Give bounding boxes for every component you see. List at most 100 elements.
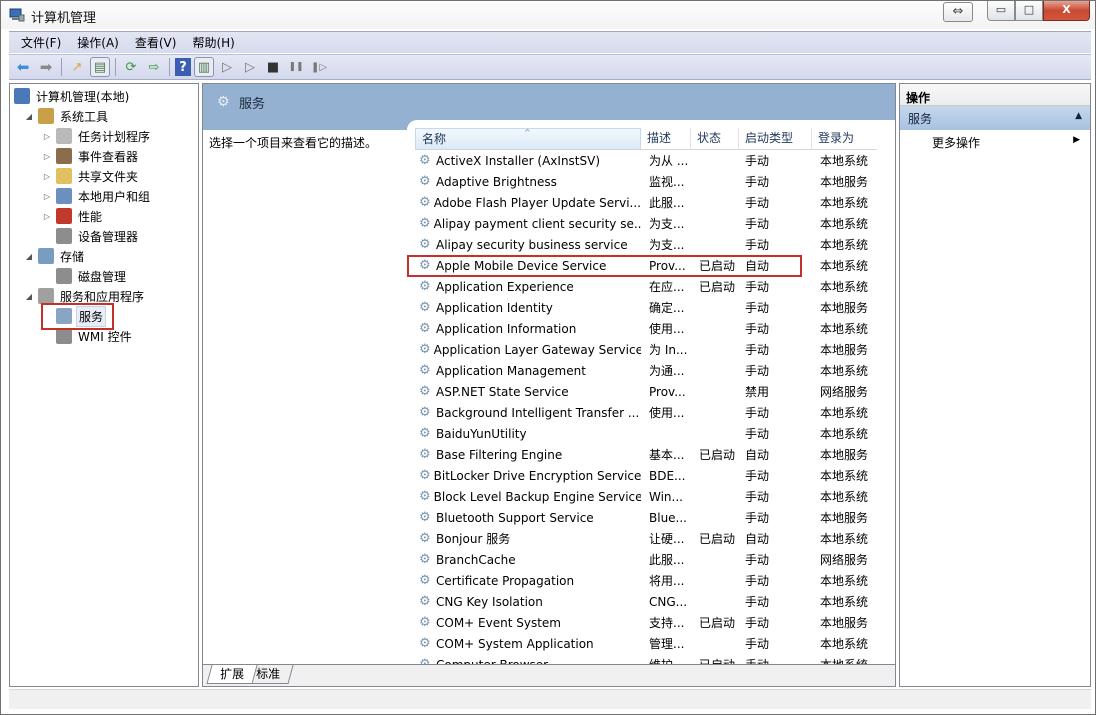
- tree-item[interactable]: ▷ 事件查看器: [42, 146, 140, 166]
- tree-item[interactable]: ▷ 本地用户和组: [42, 186, 152, 206]
- service-name-cell: ⚙ Alipay security business service: [415, 237, 641, 252]
- service-row[interactable]: ⚙ Apple Mobile Device Service Prov... 已启动 自动…: [415, 255, 877, 276]
- service-log-on-as: 本地服务: [820, 175, 869, 189]
- menu-view[interactable]: 查看(V): [127, 34, 185, 51]
- tree-item[interactable]: ▷ 共享文件夹: [42, 166, 140, 186]
- caption-buttons: ▭ □ X: [987, 1, 1090, 21]
- collapsed-arrow-icon[interactable]: ▷: [42, 132, 52, 141]
- collapsed-arrow-icon[interactable]: ▷: [42, 212, 52, 221]
- close-button[interactable]: X: [1043, 1, 1090, 21]
- title-bar[interactable]: 计算机管理 ⇔ ▭ □ X: [1, 1, 1095, 29]
- expanded-arrow-icon[interactable]: ◢: [24, 252, 34, 261]
- service-log-on-as: 网络服务: [820, 385, 869, 399]
- show-hide-action-pane-button[interactable]: ▥: [194, 57, 214, 77]
- service-status: 已启动: [699, 259, 736, 273]
- service-row[interactable]: ⚙ Application Layer Gateway Service 为 In..…: [415, 339, 877, 360]
- menu-action[interactable]: 操作(A): [69, 34, 127, 51]
- column-header-startup-type[interactable]: 启动类型: [739, 128, 812, 150]
- maximize-button[interactable]: □: [1015, 1, 1043, 21]
- service-description: 此服...: [649, 196, 685, 210]
- show-hide-tree-button[interactable]: ▤: [90, 57, 110, 77]
- service-startup-type: 手动: [745, 364, 770, 378]
- export-list-button[interactable]: ⇨: [144, 57, 164, 77]
- menu-file[interactable]: 文件(F): [13, 34, 69, 51]
- service-row[interactable]: ⚙ Application Identity 确定... 手动 本地服务: [415, 297, 877, 318]
- service-status: 已启动: [699, 532, 736, 546]
- service-gear-icon: ⚙: [419, 657, 433, 664]
- stop-service-button[interactable]: ■: [263, 57, 283, 77]
- service-log-on-as: 网络服务: [820, 553, 869, 567]
- service-row[interactable]: ⚙ COM+ Event System 支持... 已启动 手动 本地服务: [415, 612, 877, 633]
- service-row[interactable]: ⚙ CNG Key Isolation CNG... 手动 本地系统: [415, 591, 877, 612]
- service-row[interactable]: ⚙ Alipay payment client security se... 为支.…: [415, 213, 877, 234]
- collapsed-arrow-icon[interactable]: ▷: [42, 192, 52, 201]
- tree-item-label: 系统工具: [60, 109, 109, 124]
- service-name-cell: ⚙ Adaptive Brightness: [415, 174, 641, 189]
- tree-item[interactable]: ◢ 存储: [24, 246, 86, 266]
- service-row[interactable]: ⚙ BaiduYunUtility 手动 本地系统: [415, 423, 877, 444]
- service-row[interactable]: ⚙ BranchCache 此服... 手动 网络服务: [415, 549, 877, 570]
- restart-service-button[interactable]: ❚▷: [309, 57, 329, 77]
- service-row[interactable]: ⚙ Adobe Flash Player Update Servi... 此服...…: [415, 192, 877, 213]
- tab-extended[interactable]: 扩展: [206, 665, 258, 684]
- service-gear-icon: ⚙: [419, 342, 431, 357]
- tree-item[interactable]: ◢ 系统工具: [24, 106, 110, 126]
- tree-item[interactable]: 计算机管理(本地): [14, 86, 131, 106]
- service-row[interactable]: ⚙ Base Filtering Engine 基本... 已启动 自动 本地服务: [415, 444, 877, 465]
- menu-help[interactable]: 帮助(H): [184, 34, 242, 51]
- service-row[interactable]: ⚙ ActiveX Installer (AxInstSV) 为从 ... 手动 本地系…: [415, 150, 877, 171]
- service-gear-icon: ⚙: [419, 321, 431, 336]
- collapse-icon[interactable]: ▲: [1075, 111, 1082, 121]
- service-row[interactable]: ⚙ Application Information 使用... 手动 本地系统: [415, 318, 877, 339]
- service-gear-icon: ⚙: [419, 363, 431, 378]
- service-row[interactable]: ⚙ Certificate Propagation 将用... 手动 本地系统: [415, 570, 877, 591]
- up-folder-button[interactable]: ↗: [67, 57, 87, 77]
- back-button[interactable]: ⬅: [13, 57, 33, 77]
- help-button[interactable]: ?: [175, 58, 191, 76]
- column-header-name[interactable]: ^ 名称: [415, 128, 641, 150]
- service-row[interactable]: ⚙ Background Intelligent Transfer ... 使用..…: [415, 402, 877, 423]
- tree-item[interactable]: ▷ 性能: [42, 206, 104, 226]
- service-status: 已启动: [699, 448, 736, 462]
- service-gear-icon: ⚙: [419, 489, 431, 504]
- forward-button[interactable]: ➡: [36, 57, 56, 77]
- service-gear-icon: ⚙: [419, 300, 431, 315]
- service-startup-type: 手动: [745, 280, 770, 294]
- collapsed-arrow-icon[interactable]: ▷: [42, 172, 52, 181]
- service-row[interactable]: ⚙ Bluetooth Support Service Blue... 手动 本地服务: [415, 507, 877, 528]
- tree-item[interactable]: ▷ 任务计划程序: [42, 126, 152, 146]
- action-more-actions[interactable]: 更多操作 ▶: [900, 130, 1090, 152]
- service-row[interactable]: ⚙ Application Management 为通... 手动 本地系统: [415, 360, 877, 381]
- refresh-button[interactable]: ⟳: [121, 57, 141, 77]
- service-row[interactable]: ⚙ Block Level Backup Engine Service Win...…: [415, 486, 877, 507]
- column-header-status[interactable]: 状态: [691, 128, 739, 150]
- service-name: Application Identity: [436, 300, 553, 315]
- expanded-arrow-icon[interactable]: ◢: [24, 292, 34, 301]
- service-startup-type: 自动: [745, 532, 770, 546]
- collapsed-arrow-icon[interactable]: ▷: [42, 152, 52, 161]
- snap-button[interactable]: ⇔: [943, 2, 973, 22]
- start-service-alt-button[interactable]: ▷: [240, 57, 260, 77]
- service-row[interactable]: ⚙ COM+ System Application 管理... 手动 本地系统: [415, 633, 877, 654]
- column-header-description[interactable]: 描述: [641, 128, 691, 150]
- console-tree: 计算机管理(本地) ◢ 系统工具 ▷ 任务计划程序 ▷ 事件查看器 ▷ 共享文件夹 ▷ 本地用户和组…: [9, 83, 199, 687]
- tree-item[interactable]: 设备管理器: [42, 226, 140, 246]
- pause-service-button[interactable]: ❚❚: [286, 57, 306, 77]
- tree-item[interactable]: 磁盘管理: [42, 266, 128, 286]
- actions-section-services[interactable]: 服务 ▲: [900, 106, 1090, 130]
- service-row[interactable]: ⚙Computer Browser维护...已启动手动本地系统: [415, 654, 877, 664]
- service-row[interactable]: ⚙ Application Experience 在应... 已启动 手动 本地系统: [415, 276, 877, 297]
- service-row[interactable]: ⚙ BitLocker Drive Encryption Service BDE..…: [415, 465, 877, 486]
- service-name: Alipay payment client security se...: [433, 216, 641, 231]
- service-startup-type: 手动: [745, 406, 770, 420]
- start-service-button[interactable]: ▷: [217, 57, 237, 77]
- column-header-log-on-as[interactable]: 登录为: [812, 128, 877, 150]
- service-row[interactable]: ⚙ ASP.NET State Service Prov... 禁用 网络服务: [415, 381, 877, 402]
- service-row[interactable]: ⚙ Alipay security business service 为支... 手动…: [415, 234, 877, 255]
- minimize-button[interactable]: ▭: [987, 1, 1015, 21]
- service-gear-icon: ⚙: [419, 258, 431, 273]
- service-row[interactable]: ⚙ Adaptive Brightness 监视... 手动 本地服务: [415, 171, 877, 192]
- service-row[interactable]: ⚙ Bonjour 服务 让硬... 已启动 自动 本地系统: [415, 528, 877, 549]
- service-name: Alipay security business service: [436, 237, 628, 252]
- expanded-arrow-icon[interactable]: ◢: [24, 112, 34, 121]
